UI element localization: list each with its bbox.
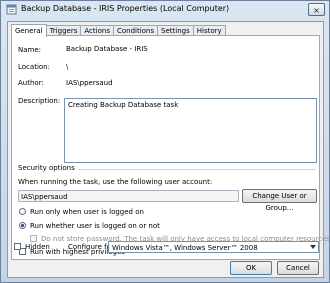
title-bar[interactable]: Backup Database - IRIS Properties (Local…: [1, 1, 329, 19]
task-scheduler-icon: [6, 4, 17, 15]
location-value: \: [66, 63, 69, 71]
name-label: Name:: [18, 46, 42, 54]
close-icon: ×: [313, 6, 320, 15]
properties-dialog: Backup Database - IRIS Properties (Local…: [0, 0, 330, 283]
description-value: Creating Backup Database task: [68, 101, 179, 109]
dialog-client: General Triggers Actions Conditions Settings…: [7, 21, 330, 278]
radio-whether-label[interactable]: Run whether user is logged on or not: [30, 222, 160, 230]
configure-value: Windows Vista™, Windows Server™ 2008: [112, 244, 258, 252]
user-account-field: IAS\ppersaud: [18, 190, 239, 202]
radio-logged-on[interactable]: [19, 208, 26, 215]
account-prompt: When running the task, use the following…: [18, 178, 213, 186]
general-panel: Name: Backup Database - IRIS Location: \…: [11, 35, 330, 260]
name-value: Backup Database - IRIS: [66, 45, 148, 53]
description-label: Description:: [18, 97, 61, 105]
author-value: IAS\ppersaud: [66, 79, 113, 87]
author-label: Author:: [18, 79, 44, 87]
close-button[interactable]: ×: [308, 3, 325, 16]
tab-general[interactable]: General: [11, 24, 47, 37]
security-heading: Security options: [18, 164, 78, 172]
hidden-label[interactable]: Hidden: [25, 243, 50, 251]
description-textarea[interactable]: Creating Backup Database task: [64, 98, 317, 163]
cancel-button[interactable]: Cancel: [277, 261, 319, 275]
configure-dropdown[interactable]: Windows Vista™, Windows Server™ 2008: [108, 241, 319, 253]
name-field[interactable]: Backup Database - IRIS: [64, 43, 317, 55]
radio-logged-on-label[interactable]: Run only when user is logged on: [30, 208, 144, 216]
change-user-button[interactable]: Change User or Group...: [242, 189, 317, 212]
hidden-checkbox[interactable]: [14, 243, 21, 250]
location-label: Location:: [18, 63, 50, 71]
no-store-password-checkbox[interactable]: [30, 235, 37, 242]
user-account-value: IAS\ppersaud: [21, 193, 68, 201]
ok-button[interactable]: OK: [230, 261, 272, 275]
chevron-down-icon: [310, 245, 316, 249]
radio-whether-logged-on[interactable]: [19, 222, 26, 229]
window-title: Backup Database - IRIS Properties (Local…: [21, 4, 230, 13]
